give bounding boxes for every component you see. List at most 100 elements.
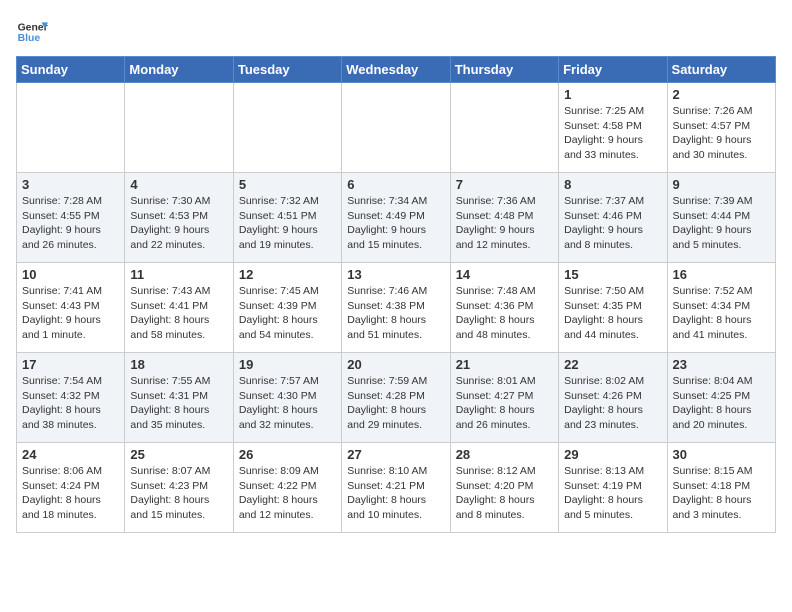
day-info: Sunrise: 7:39 AM Sunset: 4:44 PM Dayligh… [673,194,770,253]
weekday-header-wednesday: Wednesday [342,57,450,83]
calendar-body: 1 Sunrise: 7:25 AM Sunset: 4:58 PM Daylig… [17,83,776,533]
day-number: 10 [22,267,119,282]
calendar-cell: 10 Sunrise: 7:41 AM Sunset: 4:43 PM Dayli… [17,263,125,353]
calendar-cell [450,83,558,173]
calendar-cell [17,83,125,173]
day-number: 18 [130,357,227,372]
day-number: 2 [673,87,770,102]
calendar-cell: 14 Sunrise: 7:48 AM Sunset: 4:36 PM Dayli… [450,263,558,353]
day-info: Sunrise: 7:41 AM Sunset: 4:43 PM Dayligh… [22,284,119,343]
day-info: Sunrise: 7:55 AM Sunset: 4:31 PM Dayligh… [130,374,227,433]
calendar-cell: 30 Sunrise: 8:15 AM Sunset: 4:18 PM Dayli… [667,443,775,533]
day-info: Sunrise: 7:37 AM Sunset: 4:46 PM Dayligh… [564,194,661,253]
calendar-cell: 29 Sunrise: 8:13 AM Sunset: 4:19 PM Dayli… [559,443,667,533]
calendar-cell: 28 Sunrise: 8:12 AM Sunset: 4:20 PM Dayli… [450,443,558,533]
logo: General Blue [16,16,48,48]
calendar-week-2: 3 Sunrise: 7:28 AM Sunset: 4:55 PM Daylig… [17,173,776,263]
day-info: Sunrise: 7:52 AM Sunset: 4:34 PM Dayligh… [673,284,770,343]
day-number: 28 [456,447,553,462]
calendar-cell [125,83,233,173]
day-number: 27 [347,447,444,462]
day-info: Sunrise: 8:07 AM Sunset: 4:23 PM Dayligh… [130,464,227,523]
calendar-cell: 27 Sunrise: 8:10 AM Sunset: 4:21 PM Dayli… [342,443,450,533]
day-info: Sunrise: 7:34 AM Sunset: 4:49 PM Dayligh… [347,194,444,253]
calendar-cell: 8Sunrise: 7:37 AM Sunset: 4:46 PM Daylig… [559,173,667,263]
day-number: 1 [564,87,661,102]
calendar-cell: 13Sunrise: 7:46 AM Sunset: 4:38 PM Dayli… [342,263,450,353]
calendar-cell: 25 Sunrise: 8:07 AM Sunset: 4:23 PM Dayli… [125,443,233,533]
day-info: Sunrise: 7:46 AM Sunset: 4:38 PM Dayligh… [347,284,444,343]
calendar-cell: 12Sunrise: 7:45 AM Sunset: 4:39 PM Dayli… [233,263,341,353]
weekday-header-monday: Monday [125,57,233,83]
day-number: 29 [564,447,661,462]
day-info: Sunrise: 8:13 AM Sunset: 4:19 PM Dayligh… [564,464,661,523]
day-number: 16 [673,267,770,282]
day-info: Sunrise: 7:45 AM Sunset: 4:39 PM Dayligh… [239,284,336,343]
page-header: General Blue [16,16,776,48]
day-number: 26 [239,447,336,462]
day-number: 15 [564,267,661,282]
calendar-week-4: 17 Sunrise: 7:54 AM Sunset: 4:32 PM Dayli… [17,353,776,443]
calendar-cell: 21 Sunrise: 8:01 AM Sunset: 4:27 PM Dayli… [450,353,558,443]
calendar-cell: 2 Sunrise: 7:26 AM Sunset: 4:57 PM Daylig… [667,83,775,173]
day-number: 21 [456,357,553,372]
calendar-cell: 5Sunrise: 7:32 AM Sunset: 4:51 PM Daylig… [233,173,341,263]
day-info: Sunrise: 8:15 AM Sunset: 4:18 PM Dayligh… [673,464,770,523]
calendar-cell: 1 Sunrise: 7:25 AM Sunset: 4:58 PM Daylig… [559,83,667,173]
day-info: Sunrise: 8:01 AM Sunset: 4:27 PM Dayligh… [456,374,553,433]
day-info: Sunrise: 7:30 AM Sunset: 4:53 PM Dayligh… [130,194,227,253]
weekday-header-saturday: Saturday [667,57,775,83]
day-info: Sunrise: 8:12 AM Sunset: 4:20 PM Dayligh… [456,464,553,523]
calendar-cell: 18 Sunrise: 7:55 AM Sunset: 4:31 PM Dayli… [125,353,233,443]
day-number: 14 [456,267,553,282]
day-number: 6 [347,177,444,192]
day-info: Sunrise: 7:43 AM Sunset: 4:41 PM Dayligh… [130,284,227,343]
day-info: Sunrise: 8:10 AM Sunset: 4:21 PM Dayligh… [347,464,444,523]
day-info: Sunrise: 7:50 AM Sunset: 4:35 PM Dayligh… [564,284,661,343]
day-number: 5 [239,177,336,192]
day-info: Sunrise: 7:59 AM Sunset: 4:28 PM Dayligh… [347,374,444,433]
calendar-cell: 3 Sunrise: 7:28 AM Sunset: 4:55 PM Daylig… [17,173,125,263]
day-info: Sunrise: 7:36 AM Sunset: 4:48 PM Dayligh… [456,194,553,253]
calendar-cell: 4Sunrise: 7:30 AM Sunset: 4:53 PM Daylig… [125,173,233,263]
weekday-header-tuesday: Tuesday [233,57,341,83]
calendar-cell: 24 Sunrise: 8:06 AM Sunset: 4:24 PM Dayli… [17,443,125,533]
weekday-header-thursday: Thursday [450,57,558,83]
day-info: Sunrise: 8:09 AM Sunset: 4:22 PM Dayligh… [239,464,336,523]
weekday-header-sunday: Sunday [17,57,125,83]
calendar-cell: 6 Sunrise: 7:34 AM Sunset: 4:49 PM Daylig… [342,173,450,263]
calendar-cell: 20 Sunrise: 7:59 AM Sunset: 4:28 PM Dayli… [342,353,450,443]
day-number: 19 [239,357,336,372]
calendar-cell: 26 Sunrise: 8:09 AM Sunset: 4:22 PM Dayli… [233,443,341,533]
day-number: 20 [347,357,444,372]
calendar-cell: 23Sunrise: 8:04 AM Sunset: 4:25 PM Dayli… [667,353,775,443]
calendar-table: SundayMondayTuesdayWednesdayThursdayFrid… [16,56,776,533]
weekday-header-friday: Friday [559,57,667,83]
day-number: 3 [22,177,119,192]
day-number: 23 [673,357,770,372]
day-number: 9 [673,177,770,192]
day-info: Sunrise: 8:02 AM Sunset: 4:26 PM Dayligh… [564,374,661,433]
logo-icon: General Blue [16,16,48,48]
day-number: 7 [456,177,553,192]
day-number: 30 [673,447,770,462]
calendar-cell: 9 Sunrise: 7:39 AM Sunset: 4:44 PM Daylig… [667,173,775,263]
svg-text:Blue: Blue [18,33,41,44]
calendar-week-3: 10 Sunrise: 7:41 AM Sunset: 4:43 PM Dayli… [17,263,776,353]
day-info: Sunrise: 7:25 AM Sunset: 4:58 PM Dayligh… [564,104,661,163]
calendar-cell [233,83,341,173]
day-number: 11 [130,267,227,282]
day-number: 24 [22,447,119,462]
day-number: 22 [564,357,661,372]
day-info: Sunrise: 7:48 AM Sunset: 4:36 PM Dayligh… [456,284,553,343]
calendar-cell: 19Sunrise: 7:57 AM Sunset: 4:30 PM Dayli… [233,353,341,443]
day-info: Sunrise: 7:54 AM Sunset: 4:32 PM Dayligh… [22,374,119,433]
calendar-cell: 7 Sunrise: 7:36 AM Sunset: 4:48 PM Daylig… [450,173,558,263]
day-info: Sunrise: 8:06 AM Sunset: 4:24 PM Dayligh… [22,464,119,523]
day-number: 17 [22,357,119,372]
day-number: 25 [130,447,227,462]
calendar-cell: 22 Sunrise: 8:02 AM Sunset: 4:26 PM Dayli… [559,353,667,443]
day-info: Sunrise: 7:28 AM Sunset: 4:55 PM Dayligh… [22,194,119,253]
calendar-header-row: SundayMondayTuesdayWednesdayThursdayFrid… [17,57,776,83]
day-info: Sunrise: 7:26 AM Sunset: 4:57 PM Dayligh… [673,104,770,163]
